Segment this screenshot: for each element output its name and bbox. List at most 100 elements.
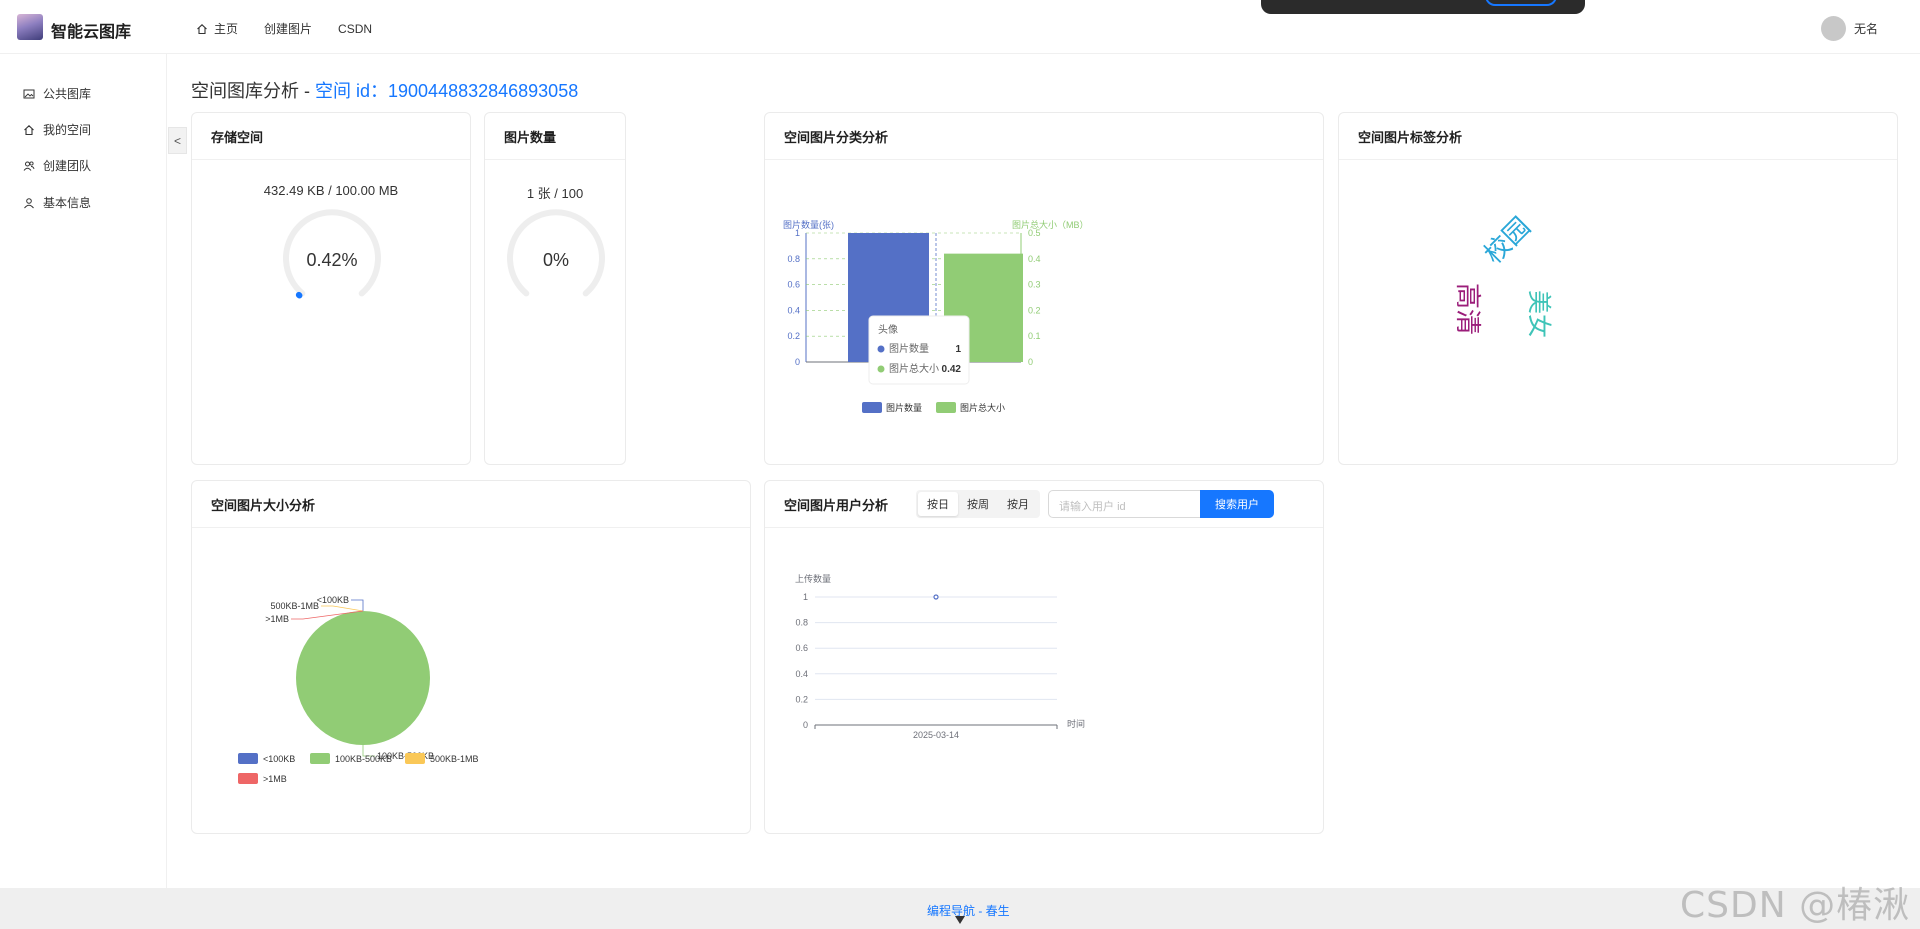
legend-swatch	[405, 753, 425, 764]
logo-image[interactable]	[17, 14, 43, 40]
tooltip-marker	[877, 345, 885, 353]
users-card: 空间图片用户分析 按日 按周 按月 请输入用户 id 搜索用户 上传数量 0 0.2…	[764, 480, 1324, 834]
users-line-chart[interactable]: 上传数量 0 0.2 0.4 0.6 0.8 1 2025-03-14 时间	[765, 528, 1323, 833]
storage-usage-text: 432.49 KB / 100.00 MB	[263, 183, 399, 198]
tooltip-marker	[877, 365, 885, 373]
legend-swatch	[238, 753, 258, 764]
sidebar-item-label: 创建团队	[43, 159, 92, 173]
nav-item-home-label: 主页	[214, 22, 239, 36]
tooltip-series-name: 图片数量	[889, 342, 929, 355]
tooltip-title: 头像	[878, 324, 898, 336]
legend-label: 图片数量	[886, 402, 922, 413]
caret-down-icon	[955, 916, 965, 924]
tag-word[interactable]: 美女	[1525, 290, 1552, 338]
team-icon	[23, 160, 35, 171]
count-progress-dashboard: 0%	[507, 209, 605, 297]
legend-label: >1MB	[263, 774, 287, 784]
page-title: 空间图库分析 - 空间 id：1900448832846893058	[191, 77, 578, 103]
tag-word[interactable]: 校园	[1478, 211, 1536, 269]
count-percent-text: 0%	[543, 250, 569, 270]
y-tick-label: 0	[803, 720, 808, 730]
segment-week[interactable]: 按周	[958, 492, 998, 516]
nav-item-csdn-label: CSDN	[338, 21, 373, 36]
tooltip-series-value: 1	[955, 344, 961, 355]
y-tick-label-left: 0.8	[787, 254, 800, 264]
sidebar-item-label: 基本信息	[43, 196, 92, 210]
y-tick-label-left: 0	[795, 357, 800, 367]
nav-item-create-picture-label: 创建图片	[264, 22, 313, 36]
y-tick-label: 1	[803, 592, 808, 602]
pie-slice-100KB-500KB	[296, 611, 430, 745]
segment-day[interactable]: 按日	[918, 492, 959, 516]
nav-item-csdn[interactable]: CSDN	[338, 20, 372, 37]
top-nav: 主页 创建图片 CSDN	[196, 20, 398, 37]
legend-swatch	[936, 402, 956, 413]
sidebar-item-public-gallery[interactable]: 公共图库	[23, 85, 91, 102]
nav-item-create-picture[interactable]: 创建图片	[264, 20, 312, 37]
users-card-title: 空间图片用户分析	[784, 497, 889, 513]
period-segmented: 按日 按周 按月	[916, 490, 1041, 518]
sidebar-item-create-team[interactable]: 创建团队	[23, 157, 91, 174]
y-axis-left-title: 图片数量(张)	[783, 219, 834, 230]
y-tick-label-left: 0.4	[787, 305, 800, 315]
category-card-title: 空间图片分类分析	[765, 113, 1323, 160]
size-card: 空间图片大小分析 <100KB500KB-1MB>1MB100KB-500KB<…	[191, 480, 751, 834]
pie-label: <100KB	[317, 595, 349, 605]
legend-label: <100KB	[263, 754, 295, 764]
y-tick-label-left: 0.6	[787, 280, 800, 290]
y-axis-title: 上传数量	[795, 573, 831, 584]
tags-card-title: 空间图片标签分析	[1339, 113, 1897, 160]
count-card: 图片数量 1 张 / 100 0%	[484, 112, 626, 465]
sidebar-item-basic-info[interactable]: 基本信息	[23, 194, 91, 211]
tag-word[interactable]: 高清	[1453, 283, 1483, 335]
segment-month[interactable]: 按月	[998, 492, 1038, 516]
y-tick-label-left: 1	[795, 228, 800, 238]
category-chart[interactable]: 图片数量(张) 图片总大小（MB） 0 0 0.2 0.1 0.4 0.2 0.6 0.3 0.8 0…	[765, 160, 1325, 460]
storage-progress-dashboard: 0.42%	[283, 209, 381, 299]
y-tick-label: 0.8	[795, 618, 808, 628]
footer: 编程导航 - 春生	[0, 888, 1920, 929]
watermark: CSDN @椿湫	[1680, 885, 1911, 926]
tooltip-series-name: 图片总大小	[889, 362, 939, 375]
logo-text[interactable]: 智能云图库	[51, 18, 131, 42]
footer-link[interactable]: 编程导航 - 春生	[927, 902, 1010, 919]
storage-card: 存储空间 432.49 KB / 100.00 MB 0.42%	[191, 112, 471, 465]
sidebar-item-label: 公共图库	[43, 87, 92, 101]
tag-cloud: 高清 校园 美女	[1453, 211, 1552, 338]
y-tick-label-right: 0	[1028, 357, 1033, 367]
tags-card: 空间图片标签分析 高清 校园 美女	[1338, 112, 1898, 465]
floating-toolbar[interactable]	[1261, 0, 1585, 14]
floating-toolbar-button[interactable]	[1485, 0, 1557, 6]
users-card-header: 空间图片用户分析 按日 按周 按月 请输入用户 id 搜索用户	[765, 481, 1323, 528]
category-card: 空间图片分类分析 图片数量(张) 图片总大小（MB） 0 0 0.2 0.1 0.4 0.2 0…	[764, 112, 1324, 465]
storage-progress-fill	[295, 291, 303, 299]
search-user-button[interactable]: 搜索用户	[1200, 490, 1275, 518]
pie-label: >1MB	[265, 614, 289, 624]
sidebar-item-my-space[interactable]: 我的空间	[23, 121, 91, 138]
line-point	[933, 594, 939, 600]
legend-swatch	[310, 753, 330, 764]
pie-leader-line	[321, 605, 364, 612]
sidebar-collapse-button[interactable]: <	[168, 127, 187, 154]
x-axis-title: 时间	[1067, 718, 1085, 729]
y-tick-label-right: 0.2	[1028, 305, 1041, 315]
sidebar: 公共图库 我的空间 创建团队 基本信息	[0, 54, 167, 888]
legend-label: 图片总大小	[960, 402, 1005, 413]
picture-icon	[23, 89, 35, 98]
home-icon	[24, 124, 34, 135]
size-pie-chart[interactable]: <100KB500KB-1MB>1MB100KB-500KB<100KB100K…	[192, 528, 750, 833]
user-menu[interactable]: 无名	[1821, 16, 1878, 41]
y-tick-label-right: 0.4	[1028, 254, 1041, 264]
nav-item-home[interactable]: 主页	[196, 20, 238, 37]
avatar[interactable]	[1821, 16, 1846, 41]
storage-percent-text: 0.42%	[306, 250, 357, 270]
y-tick-label-right: 0.5	[1028, 228, 1041, 238]
storage-card-title: 存储空间	[192, 113, 470, 160]
top-header: 智能云图库 主页 创建图片 CSDN 无名	[0, 0, 1920, 54]
y-axis-right-title: 图片总大小（MB）	[1012, 219, 1089, 230]
space-id: 空间 id：1900448832846893058	[315, 81, 579, 101]
user-id-search-input[interactable]: 请输入用户 id	[1048, 490, 1201, 518]
legend-swatch	[862, 402, 882, 413]
sidebar-item-label: 我的空间	[43, 123, 92, 137]
count-usage-text: 1 张 / 100	[526, 186, 584, 201]
